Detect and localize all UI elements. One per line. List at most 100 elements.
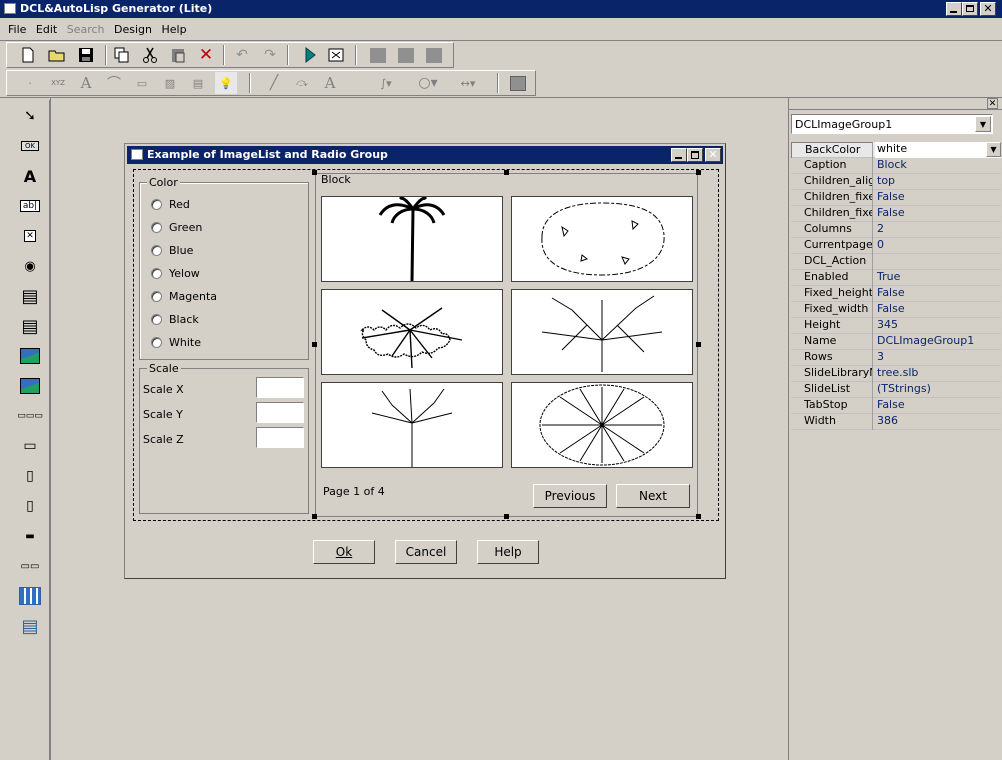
rotate-icon[interactable]: ⤼ [291, 72, 313, 94]
radio-button[interactable] [151, 314, 162, 325]
property-value[interactable]: False [875, 302, 1001, 318]
arc-icon[interactable]: ⌒ [103, 72, 125, 94]
chevron-down-icon[interactable]: ▼ [986, 142, 1001, 157]
property-row[interactable]: Currentpage 0 [791, 238, 1001, 254]
property-value[interactable]: top [875, 174, 1001, 190]
radio-magenta[interactable]: Magenta [141, 290, 291, 306]
property-row[interactable]: Caption Block [791, 158, 1001, 174]
dialog-maximize-button[interactable] [687, 148, 703, 162]
radio-black[interactable]: Black [141, 313, 291, 329]
xyz-icon[interactable]: XYZ [47, 72, 69, 94]
undo-icon[interactable]: ↶ [231, 44, 253, 66]
ok-button[interactable]: Ok [313, 540, 375, 564]
image-button-icon[interactable] [12, 372, 48, 400]
property-row[interactable]: Children_fixed_False [791, 190, 1001, 206]
property-value[interactable]: tree.slb [875, 366, 1001, 382]
image-icon[interactable] [12, 342, 48, 370]
menu-file[interactable]: File [8, 23, 26, 36]
inspector-close-icon[interactable]: ✕ [987, 98, 998, 109]
property-row[interactable]: Fixed_width False [791, 302, 1001, 318]
property-value[interactable]: (TStrings) [875, 382, 1001, 398]
property-row[interactable]: Fixed_height False [791, 286, 1001, 302]
cancel-button[interactable]: Cancel [395, 540, 457, 564]
menu-design[interactable]: Design [114, 23, 152, 36]
lightbulb-icon[interactable]: 💡 [215, 72, 237, 94]
toggle-icon[interactable]: ✕ [12, 222, 48, 250]
selection-handle[interactable] [696, 342, 701, 347]
tool-icon[interactable]: ▤ [187, 72, 209, 94]
open-icon[interactable] [46, 44, 68, 66]
slide-leafy-tree[interactable] [321, 289, 503, 375]
image-group-icon[interactable] [12, 582, 48, 610]
concatenation-icon[interactable]: ▭▭ [12, 552, 48, 580]
pointer-icon[interactable]: ➘ [12, 102, 48, 130]
previous-button[interactable]: Previous [533, 484, 607, 508]
radio-green[interactable]: Green [141, 221, 291, 237]
cut-icon[interactable] [139, 44, 161, 66]
property-row[interactable]: Height 345 [791, 318, 1001, 334]
radio-yelow[interactable]: Yelow [141, 267, 291, 283]
slide-shrub-outline[interactable] [511, 196, 693, 282]
property-row[interactable]: SlideList (TStrings) [791, 382, 1001, 398]
popup-list-icon[interactable]: ▤ [12, 312, 48, 340]
boxed-icon[interactable]: ▯ [12, 492, 48, 520]
slide-tree-plan[interactable] [511, 382, 693, 468]
component-select[interactable]: DCLImageGroup1 ▼ [791, 114, 993, 134]
dialog-close-button[interactable]: ✕ [705, 148, 721, 162]
radio-button[interactable] [151, 337, 162, 348]
text-icon[interactable]: A [12, 162, 48, 190]
block-icon[interactable] [423, 44, 445, 66]
property-row[interactable]: Rows 3 [791, 350, 1001, 366]
radio-button[interactable] [151, 268, 162, 279]
circle-icon[interactable]: ○▾ [417, 72, 439, 94]
property-value[interactable]: False [875, 398, 1001, 414]
save-icon[interactable] [75, 44, 97, 66]
copy-icon[interactable] [111, 44, 133, 66]
property-row[interactable]: Enabled True [791, 270, 1001, 286]
property-row[interactable]: Columns 2 [791, 222, 1001, 238]
radio-button[interactable] [151, 199, 162, 210]
scale-z-input[interactable] [256, 427, 304, 448]
radio-white[interactable]: White [141, 336, 291, 352]
menu-edit[interactable]: Edit [36, 23, 57, 36]
close-button[interactable]: ✕ [980, 2, 996, 16]
hatch-icon[interactable]: ▨ [159, 72, 181, 94]
ok-button-icon[interactable]: OK [12, 132, 48, 160]
radio-blue[interactable]: Blue [141, 244, 291, 260]
property-value[interactable]: DCLImageGroup1 [875, 334, 1001, 350]
property-row[interactable]: DCL_Action [791, 254, 1001, 270]
property-value[interactable]: 386 [875, 414, 1001, 430]
line-icon[interactable]: ╱ [263, 72, 285, 94]
spacer-icon[interactable]: ▬ [12, 522, 48, 550]
run-icon[interactable] [299, 44, 321, 66]
property-value[interactable]: True [875, 270, 1001, 286]
preview-icon[interactable] [325, 44, 347, 66]
selection-handle[interactable] [696, 514, 701, 519]
radio-button[interactable] [151, 291, 162, 302]
dimension-icon[interactable]: ↔▾ [457, 72, 479, 94]
selection-handle[interactable] [504, 514, 509, 519]
next-button[interactable]: Next [616, 484, 690, 508]
property-row[interactable]: SlideLibraryNatree.slb [791, 366, 1001, 382]
redo-icon[interactable]: ↷ [259, 44, 281, 66]
text-style-icon[interactable]: A [75, 72, 97, 94]
row-icon[interactable]: ▭▭▭ [12, 402, 48, 430]
selection-handle[interactable] [504, 170, 509, 175]
radio-icon[interactable]: ◉ [12, 252, 48, 280]
property-value[interactable]: False [875, 286, 1001, 302]
selection-handle[interactable] [312, 170, 317, 175]
restore-button[interactable] [962, 2, 978, 16]
property-value[interactable] [875, 254, 1001, 270]
tool-icon[interactable]: ▭ [131, 72, 153, 94]
chevron-down-icon[interactable]: ▼ [975, 116, 991, 132]
selection-handle[interactable] [696, 170, 701, 175]
property-value[interactable]: 2 [875, 222, 1001, 238]
property-row[interactable]: Children_fixed_False [791, 206, 1001, 222]
curve-icon[interactable]: ∫▾ [375, 72, 397, 94]
block-icon[interactable] [367, 44, 389, 66]
selection-handle[interactable] [312, 514, 317, 519]
layer-icon[interactable] [507, 72, 529, 94]
property-row[interactable]: Children_alignmtop [791, 174, 1001, 190]
column-icon[interactable]: ▭ [12, 432, 48, 460]
property-row[interactable]: Name DCLImageGroup1 [791, 334, 1001, 350]
